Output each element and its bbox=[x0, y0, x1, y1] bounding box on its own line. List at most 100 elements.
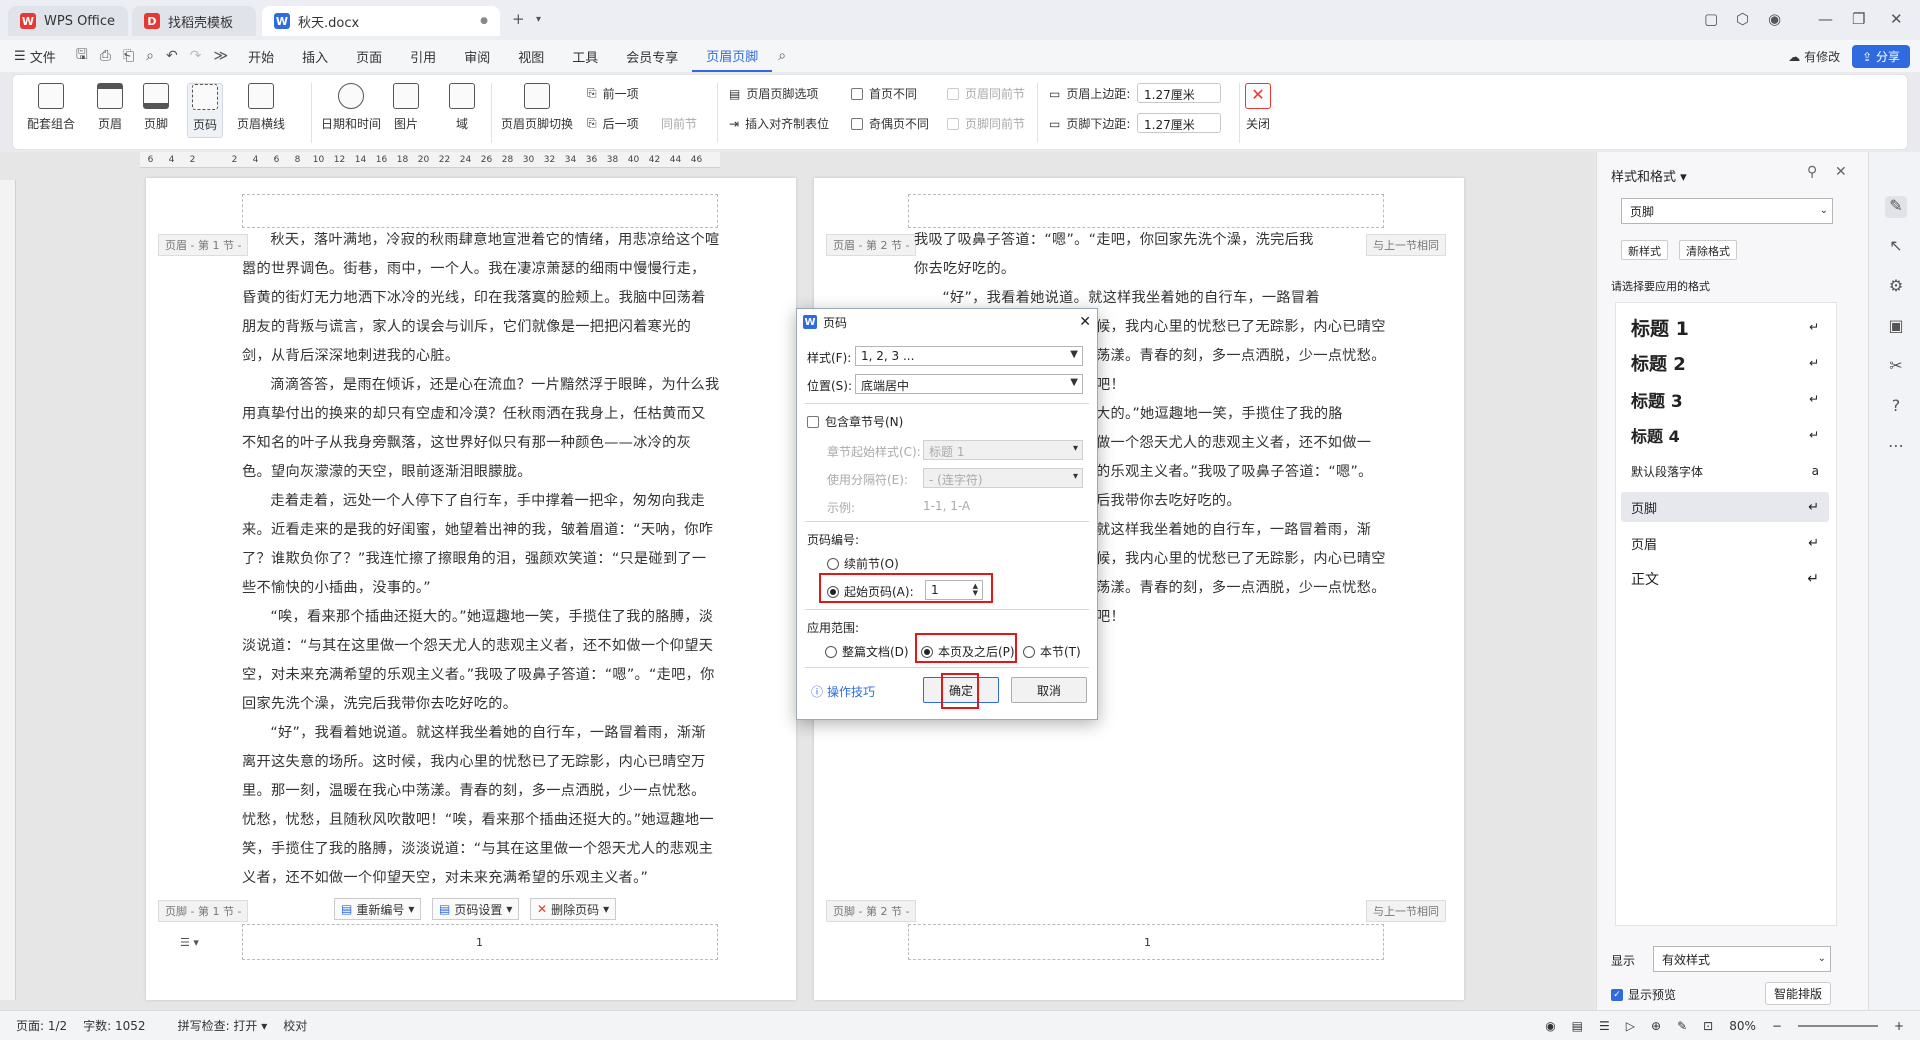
this-section-radio[interactable]: 本节(T) bbox=[1023, 643, 1081, 660]
style-body[interactable]: 正文 ↵ bbox=[1621, 564, 1829, 594]
footer-align-icon[interactable]: ☰ ▾ bbox=[180, 936, 199, 949]
new-style-button[interactable]: 新样式 bbox=[1621, 240, 1668, 260]
same-prev-button[interactable]: 同前节 bbox=[661, 115, 697, 132]
chapter-style-select[interactable]: 标题 1 ▾ bbox=[923, 440, 1083, 460]
top-margin-input[interactable]: 1.27厘米 bbox=[1137, 83, 1221, 103]
style-footer[interactable]: 页脚 ↵ bbox=[1621, 492, 1829, 522]
save-icon[interactable]: 🖫 bbox=[70, 44, 94, 68]
print-preview-icon[interactable]: ⌕ bbox=[140, 48, 160, 64]
cancel-button[interactable]: 取消 bbox=[1011, 677, 1087, 703]
header-footer-switch-button[interactable]: 页眉页脚切换 bbox=[501, 83, 573, 132]
menu-tools[interactable]: 工具 bbox=[558, 40, 612, 72]
footer-button[interactable]: 页脚 bbox=[143, 83, 169, 132]
adjust-icon[interactable]: ⚙ bbox=[1885, 276, 1907, 298]
avatar[interactable]: ◉ bbox=[1768, 10, 1781, 28]
edit-style-icon[interactable]: ✎ bbox=[1885, 196, 1907, 218]
menu-view[interactable]: 视图 bbox=[504, 40, 558, 72]
page-2-body-visible[interactable]: 候，我内心里的忧愁已了无踪影，内心已晴空 荡漾。青春的刻，多一点洒脱，少一点忧愁… bbox=[1096, 313, 1396, 632]
style-select[interactable]: 1, 2, 3 ... ▼ bbox=[855, 346, 1083, 366]
style-heading-4[interactable]: 标题 4 ↵ bbox=[1621, 420, 1829, 450]
outline-icon[interactable]: ☰ bbox=[1599, 1019, 1610, 1033]
tab-document[interactable]: W 秋天.docx ● bbox=[262, 6, 500, 36]
field-button[interactable]: 域 bbox=[449, 83, 475, 132]
show-filter-select[interactable]: 有效样式 ⌄ bbox=[1653, 946, 1831, 972]
header-line-button[interactable]: 页眉横线 bbox=[237, 83, 285, 132]
word-count[interactable]: 字数: 1052 bbox=[83, 1017, 145, 1034]
spell-check[interactable]: 拼写检查: 打开 ▾ bbox=[162, 1017, 268, 1034]
select-cursor-icon[interactable]: ↖ bbox=[1885, 236, 1907, 258]
play-icon[interactable]: ▷ bbox=[1626, 1019, 1635, 1033]
minimize-icon[interactable]: — bbox=[1818, 10, 1833, 28]
print-icon[interactable]: ⎗ bbox=[117, 48, 140, 64]
insert-align-tab-button[interactable]: ⇥ 插入对齐制表位 bbox=[729, 115, 829, 132]
include-chapter-checkbox[interactable]: 包含章节号(N) bbox=[807, 413, 903, 430]
share-button[interactable]: ⇪ 分享 bbox=[1852, 44, 1910, 68]
current-style-select[interactable]: 页脚 ⌄ bbox=[1621, 198, 1833, 224]
odd-even-diff-checkbox[interactable]: 奇偶页不同 bbox=[851, 115, 929, 132]
more-icon[interactable]: ⋯ bbox=[1885, 436, 1907, 458]
menu-member[interactable]: 会员专享 bbox=[612, 40, 692, 72]
proofread[interactable]: 校对 bbox=[283, 1017, 307, 1034]
footer-same-prev-checkbox[interactable]: 页脚同前节 bbox=[947, 115, 1025, 132]
modified-indicator[interactable]: ☁ 有修改 bbox=[1788, 48, 1840, 65]
more-menu-icon[interactable]: ≫ bbox=[207, 48, 234, 64]
redo-icon[interactable]: ↷ bbox=[184, 48, 208, 64]
next-item-button[interactable]: ⎘ 后一项 bbox=[587, 115, 639, 132]
panel-close-icon[interactable]: ✕ bbox=[1835, 164, 1847, 180]
page-number-settings-button[interactable]: ▤ 页码设置 ▾ bbox=[432, 898, 520, 920]
menu-start[interactable]: 开始 bbox=[234, 40, 288, 72]
dialog-close-icon[interactable]: ✕ bbox=[1079, 314, 1091, 330]
tools-icon[interactable]: ✂ bbox=[1885, 356, 1907, 378]
zoom-slider[interactable] bbox=[1797, 1024, 1878, 1027]
menu-page[interactable]: 页面 bbox=[342, 40, 396, 72]
menu-review[interactable]: 审阅 bbox=[450, 40, 504, 72]
close-header-footer-button[interactable]: ✕ 关闭 bbox=[1245, 83, 1271, 132]
style-heading-2[interactable]: 标题 2 ↵ bbox=[1621, 348, 1829, 378]
zoom-in-icon[interactable]: + bbox=[1894, 1019, 1904, 1033]
page-1[interactable]: 页眉 - 第 1 节 - 秋天，落叶满地，冷寂的秋雨肆意地宣泄着它的情绪，用悲凉… bbox=[146, 178, 796, 1000]
smart-layout-button[interactable]: 智能排版 bbox=[1765, 982, 1832, 1005]
page-view-icon[interactable]: ▤ bbox=[1572, 1019, 1583, 1033]
menu-header-footer[interactable]: 页眉页脚 bbox=[692, 40, 773, 72]
eye-icon[interactable]: ◉ bbox=[1545, 1019, 1555, 1033]
help-icon[interactable]: ? bbox=[1885, 396, 1907, 418]
clear-format-button[interactable]: 清除格式 bbox=[1679, 240, 1737, 260]
renumber-button[interactable]: ▤ 重新编号 ▾ bbox=[334, 898, 422, 920]
zoom-level[interactable]: 80% bbox=[1729, 1019, 1756, 1033]
date-time-button[interactable]: 日期和时间 bbox=[321, 83, 381, 132]
cube-icon[interactable]: ⬡ bbox=[1736, 10, 1749, 28]
menu-reference[interactable]: 引用 bbox=[396, 40, 450, 72]
format-icon[interactable]: ▣ bbox=[1885, 316, 1907, 338]
undo-icon[interactable]: ↶ bbox=[160, 48, 184, 64]
page-number-button[interactable]: 页码 bbox=[187, 83, 223, 138]
whole-document-radio[interactable]: 整篇文档(D) bbox=[825, 643, 909, 660]
fit-icon[interactable]: ⊡ bbox=[1703, 1019, 1713, 1033]
style-default-font[interactable]: 默认段落字体 a bbox=[1621, 456, 1829, 486]
web-view-icon[interactable]: ⊕ bbox=[1651, 1019, 1661, 1033]
tips-link[interactable]: ⓘ 操作技巧 bbox=[811, 683, 875, 700]
search-icon[interactable]: ⌕ bbox=[772, 48, 792, 64]
window-layout-icon[interactable]: ▢ bbox=[1704, 10, 1718, 28]
export-icon[interactable]: ⎙ bbox=[94, 48, 117, 64]
style-header[interactable]: 页眉 ↵ bbox=[1621, 528, 1829, 558]
first-page-diff-checkbox[interactable]: 首页不同 bbox=[851, 85, 917, 102]
style-heading-3[interactable]: 标题 3 ↵ bbox=[1621, 384, 1829, 414]
zoom-out-icon[interactable]: − bbox=[1772, 1019, 1782, 1033]
header-button[interactable]: 页眉 bbox=[97, 83, 123, 132]
file-menu[interactable]: ☰ 文件 bbox=[0, 40, 70, 72]
picture-button[interactable]: 图片 bbox=[393, 83, 419, 132]
position-select[interactable]: 底端居中 ▼ bbox=[855, 374, 1083, 394]
tab-list-chevron-icon[interactable]: ▾ bbox=[536, 14, 541, 25]
separator-select[interactable]: - (连字符) ▾ bbox=[923, 468, 1083, 488]
header-area[interactable] bbox=[242, 194, 718, 228]
header-footer-options-button[interactable]: ▤ 页眉页脚选项 bbox=[729, 85, 818, 102]
header-same-prev-checkbox[interactable]: 页眉同前节 bbox=[947, 85, 1025, 102]
close-window-icon[interactable]: ✕ bbox=[1890, 10, 1903, 28]
bottom-margin-input[interactable]: 1.27厘米 bbox=[1137, 113, 1221, 133]
delete-page-number-button[interactable]: ✕ 删除页码 ▾ bbox=[530, 898, 617, 920]
pen-icon[interactable]: ✎ bbox=[1677, 1019, 1687, 1033]
panel-title[interactable]: 样式和格式 ▾ bbox=[1611, 166, 1687, 185]
tab-template[interactable]: D 找稻壳模板 bbox=[132, 6, 256, 36]
page-indicator[interactable]: 页面: 1/2 bbox=[16, 1017, 67, 1034]
tab-wps-office[interactable]: W WPS Office bbox=[8, 6, 128, 36]
